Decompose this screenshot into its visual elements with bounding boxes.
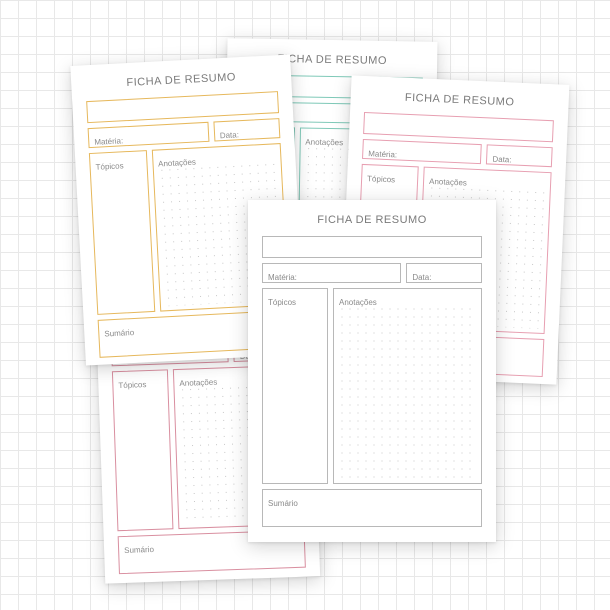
sheet-title: FICHA DE RESUMO bbox=[364, 90, 554, 110]
subject-label: Matéria: bbox=[94, 136, 123, 147]
topics-label: Tópicos bbox=[95, 161, 123, 171]
topics-label: Tópicos bbox=[367, 174, 395, 184]
header-box bbox=[86, 91, 279, 123]
summary-box: Sumário bbox=[262, 489, 482, 527]
topics-label: Tópicos bbox=[268, 298, 296, 307]
topics-box: Tópicos bbox=[89, 150, 155, 315]
date-field: Data: bbox=[486, 144, 552, 167]
topics-box: Tópicos bbox=[112, 369, 174, 531]
summary-sheet-gray: FICHA DE RESUMO Matéria: Data: Tópicos A… bbox=[248, 200, 496, 542]
header-box bbox=[363, 112, 554, 142]
date-label: Data: bbox=[412, 273, 431, 282]
date-label: Data: bbox=[220, 130, 240, 140]
sheet-title: FICHA DE RESUMO bbox=[262, 214, 482, 226]
topics-label: Tópicos bbox=[118, 380, 146, 390]
topics-box: Tópicos bbox=[262, 288, 328, 484]
subject-label: Matéria: bbox=[368, 149, 397, 159]
summary-label: Sumário bbox=[268, 499, 298, 508]
date-label: Data: bbox=[492, 155, 511, 165]
subject-field: Matéria: bbox=[88, 122, 210, 148]
date-field: Data: bbox=[213, 118, 280, 141]
summary-label: Sumário bbox=[124, 545, 154, 555]
date-field: Data: bbox=[406, 263, 482, 283]
dot-grid bbox=[338, 305, 477, 479]
notes-box: Anotações bbox=[333, 288, 482, 484]
header-box bbox=[262, 236, 482, 258]
subject-label: Matéria: bbox=[268, 273, 297, 282]
sheet-title: FICHA DE RESUMO bbox=[85, 69, 277, 91]
subject-field: Matéria: bbox=[262, 263, 401, 283]
summary-label: Sumário bbox=[104, 328, 134, 339]
subject-field: Matéria: bbox=[362, 139, 482, 164]
